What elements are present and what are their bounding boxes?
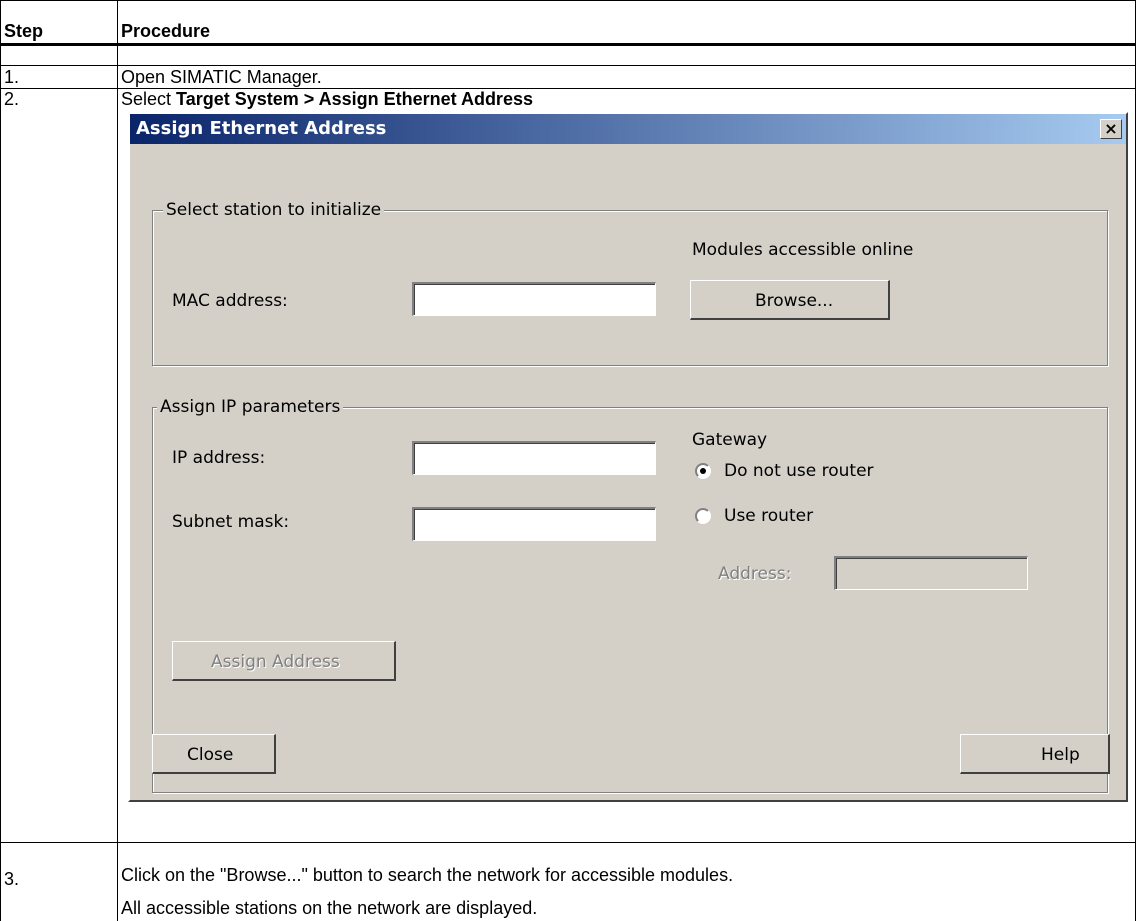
router-address-field[interactable]: [834, 556, 1028, 590]
row-1-step: 1.: [4, 67, 20, 87]
row-3-line-2: All accessible stations on the network a…: [121, 898, 538, 918]
close-button[interactable]: Close: [152, 734, 276, 774]
table-column-divider: [117, 0, 118, 921]
row-3-step: 3.: [4, 869, 20, 889]
assign-ip-legend: Assign IP parameters: [157, 397, 344, 417]
close-button-label: Close: [187, 745, 234, 765]
table-border-top: [0, 0, 1136, 1]
row-2-text-prefix: Select: [121, 89, 177, 109]
radio-selected-dot: [700, 468, 706, 474]
row-2-menu-path: Target System > Assign Ethernet Address: [176, 89, 533, 109]
subnet-mask-label: Subnet mask:: [172, 512, 290, 532]
help-button[interactable]: Help: [960, 734, 1110, 774]
select-station-legend: Select station to initialize: [163, 200, 385, 220]
header-step: Step: [4, 21, 44, 41]
subnet-mask-field[interactable]: [412, 507, 656, 541]
radio-do-not-use-router[interactable]: [695, 463, 711, 479]
row-3-line-1: Click on the "Browse..." button to searc…: [121, 865, 734, 885]
radio-use-router[interactable]: [695, 508, 711, 524]
table-row-divider: [0, 65, 1136, 66]
dialog-title: Assign Ethernet Address: [136, 118, 387, 139]
dialog-title-bar: Assign Ethernet Address ×: [130, 114, 1126, 144]
modules-accessible-label: Modules accessible online: [692, 240, 914, 260]
table-header-rule: [0, 43, 1136, 46]
close-icon[interactable]: ×: [1100, 119, 1122, 139]
router-address-label: Address:: [718, 564, 792, 584]
assign-ethernet-address-dialog: Assign Ethernet Address × Select station…: [128, 112, 1128, 802]
table-border-left: [0, 0, 1, 921]
mac-address-label: MAC address:: [172, 291, 288, 311]
header-procedure: Procedure: [121, 21, 211, 41]
row-1-procedure: Open SIMATIC Manager.: [121, 67, 322, 87]
assign-address-button[interactable]: Assign Address: [172, 641, 396, 681]
row-2-procedure: Select Target System > Assign Ethernet A…: [121, 89, 533, 110]
assign-address-label: Assign Address: [211, 652, 340, 672]
table-row-divider: [0, 842, 1136, 843]
row-2-step: 2.: [4, 89, 20, 109]
help-button-label: Help: [1041, 745, 1080, 765]
browse-button[interactable]: Browse...: [690, 280, 890, 320]
do-not-use-router-label[interactable]: Do not use router: [724, 461, 874, 481]
ip-address-field[interactable]: [412, 441, 656, 475]
gateway-label: Gateway: [692, 430, 768, 450]
browse-button-label: Browse...: [755, 291, 834, 311]
use-router-label[interactable]: Use router: [724, 506, 813, 526]
ip-address-label: IP address:: [172, 448, 266, 468]
mac-address-field[interactable]: [412, 282, 656, 316]
